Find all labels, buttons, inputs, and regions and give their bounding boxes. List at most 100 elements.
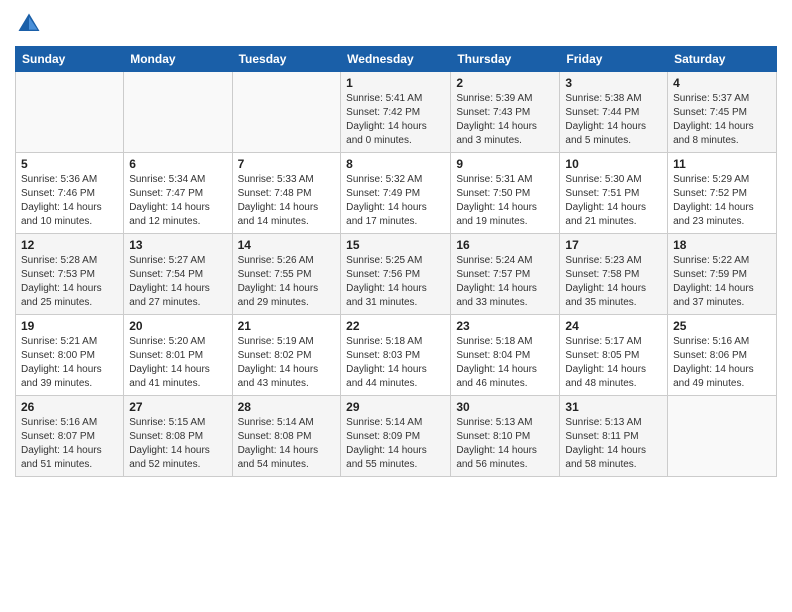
day-info: Sunrise: 5:25 AMSunset: 7:56 PMDaylight:… bbox=[346, 254, 445, 310]
calendar-cell: 28 Sunrise: 5:14 AMSunset: 8:08 PMDayligh… bbox=[232, 396, 341, 477]
day-number: 22 bbox=[346, 319, 445, 333]
calendar-week-1: 1 Sunrise: 5:41 AMSunset: 7:42 PMDaylight… bbox=[16, 72, 777, 153]
calendar-cell: 19Sunrise: 5:21 AMSunset: 8:00 PMDayligh… bbox=[16, 315, 124, 396]
calendar-week-5: 26Sunrise: 5:16 AMSunset: 8:07 PMDayligh… bbox=[16, 396, 777, 477]
day-info: Sunrise: 5:28 AMSunset: 7:53 PMDaylight:… bbox=[21, 254, 118, 310]
calendar-cell: 5 Sunrise: 5:36 AMSunset: 7:46 PMDaylight… bbox=[16, 153, 124, 234]
calendar-cell: 31 Sunrise: 5:13 AMSunset: 8:11 PMDayligh… bbox=[560, 396, 668, 477]
calendar-cell bbox=[16, 72, 124, 153]
day-number: 31 bbox=[565, 400, 662, 414]
day-info: Sunrise: 5:33 AMSunset: 7:48 PMDaylight:… bbox=[238, 173, 336, 229]
page: SundayMondayTuesdayWednesdayThursdayFrid… bbox=[0, 0, 792, 612]
weekday-header-wednesday: Wednesday bbox=[341, 47, 451, 72]
calendar-cell: 20 Sunrise: 5:20 AMSunset: 8:01 PMDayligh… bbox=[124, 315, 232, 396]
calendar-cell: 18Sunrise: 5:22 AMSunset: 7:59 PMDayligh… bbox=[668, 234, 777, 315]
weekday-header-friday: Friday bbox=[560, 47, 668, 72]
day-info: Sunrise: 5:34 AMSunset: 7:47 PMDaylight:… bbox=[129, 173, 226, 229]
day-number: 9 bbox=[456, 157, 554, 171]
day-info: Sunrise: 5:15 AMSunset: 8:08 PMDaylight:… bbox=[129, 416, 226, 472]
day-info: Sunrise: 5:32 AMSunset: 7:49 PMDaylight:… bbox=[346, 173, 445, 229]
day-number: 18 bbox=[673, 238, 771, 252]
day-info: Sunrise: 5:24 AMSunset: 7:57 PMDaylight:… bbox=[456, 254, 554, 310]
day-info: Sunrise: 5:41 AMSunset: 7:42 PMDaylight:… bbox=[346, 92, 445, 148]
calendar-cell bbox=[232, 72, 341, 153]
day-info: Sunrise: 5:36 AMSunset: 7:46 PMDaylight:… bbox=[21, 173, 118, 229]
calendar-cell: 7 Sunrise: 5:33 AMSunset: 7:48 PMDaylight… bbox=[232, 153, 341, 234]
calendar-week-4: 19Sunrise: 5:21 AMSunset: 8:00 PMDayligh… bbox=[16, 315, 777, 396]
calendar-cell: 11 Sunrise: 5:29 AMSunset: 7:52 PMDayligh… bbox=[668, 153, 777, 234]
day-number: 1 bbox=[346, 76, 445, 90]
calendar-cell bbox=[124, 72, 232, 153]
day-number: 3 bbox=[565, 76, 662, 90]
day-number: 26 bbox=[21, 400, 118, 414]
day-number: 28 bbox=[238, 400, 336, 414]
day-info: Sunrise: 5:13 AMSunset: 8:11 PMDaylight:… bbox=[565, 416, 662, 472]
day-info: Sunrise: 5:23 AMSunset: 7:58 PMDaylight:… bbox=[565, 254, 662, 310]
calendar-cell: 22 Sunrise: 5:18 AMSunset: 8:03 PMDayligh… bbox=[341, 315, 451, 396]
day-info: Sunrise: 5:29 AMSunset: 7:52 PMDaylight:… bbox=[673, 173, 771, 229]
day-number: 6 bbox=[129, 157, 226, 171]
day-number: 15 bbox=[346, 238, 445, 252]
day-number: 19 bbox=[21, 319, 118, 333]
calendar-week-2: 5 Sunrise: 5:36 AMSunset: 7:46 PMDaylight… bbox=[16, 153, 777, 234]
calendar-cell: 26Sunrise: 5:16 AMSunset: 8:07 PMDayligh… bbox=[16, 396, 124, 477]
calendar-cell: 13 Sunrise: 5:27 AMSunset: 7:54 PMDayligh… bbox=[124, 234, 232, 315]
calendar-cell: 15 Sunrise: 5:25 AMSunset: 7:56 PMDayligh… bbox=[341, 234, 451, 315]
day-info: Sunrise: 5:30 AMSunset: 7:51 PMDaylight:… bbox=[565, 173, 662, 229]
weekday-header-monday: Monday bbox=[124, 47, 232, 72]
calendar-cell: 10 Sunrise: 5:30 AMSunset: 7:51 PMDayligh… bbox=[560, 153, 668, 234]
calendar-cell: 29 Sunrise: 5:14 AMSunset: 8:09 PMDayligh… bbox=[341, 396, 451, 477]
day-number: 27 bbox=[129, 400, 226, 414]
day-number: 14 bbox=[238, 238, 336, 252]
calendar-cell: 24 Sunrise: 5:17 AMSunset: 8:05 PMDayligh… bbox=[560, 315, 668, 396]
weekday-header-sunday: Sunday bbox=[16, 47, 124, 72]
day-info: Sunrise: 5:31 AMSunset: 7:50 PMDaylight:… bbox=[456, 173, 554, 229]
weekday-header-thursday: Thursday bbox=[451, 47, 560, 72]
day-number: 12 bbox=[21, 238, 118, 252]
day-number: 5 bbox=[21, 157, 118, 171]
day-number: 23 bbox=[456, 319, 554, 333]
day-info: Sunrise: 5:20 AMSunset: 8:01 PMDaylight:… bbox=[129, 335, 226, 391]
calendar-cell: 21Sunrise: 5:19 AMSunset: 8:02 PMDayligh… bbox=[232, 315, 341, 396]
day-info: Sunrise: 5:14 AMSunset: 8:09 PMDaylight:… bbox=[346, 416, 445, 472]
calendar-cell: 27 Sunrise: 5:15 AMSunset: 8:08 PMDayligh… bbox=[124, 396, 232, 477]
logo bbox=[15, 10, 46, 38]
calendar-cell: 30 Sunrise: 5:13 AMSunset: 8:10 PMDayligh… bbox=[451, 396, 560, 477]
calendar-cell: 14Sunrise: 5:26 AMSunset: 7:55 PMDayligh… bbox=[232, 234, 341, 315]
day-number: 4 bbox=[673, 76, 771, 90]
calendar-cell bbox=[668, 396, 777, 477]
day-info: Sunrise: 5:17 AMSunset: 8:05 PMDaylight:… bbox=[565, 335, 662, 391]
day-number: 25 bbox=[673, 319, 771, 333]
day-number: 11 bbox=[673, 157, 771, 171]
day-number: 16 bbox=[456, 238, 554, 252]
day-number: 17 bbox=[565, 238, 662, 252]
page-header bbox=[15, 10, 777, 38]
day-info: Sunrise: 5:37 AMSunset: 7:45 PMDaylight:… bbox=[673, 92, 771, 148]
day-info: Sunrise: 5:39 AMSunset: 7:43 PMDaylight:… bbox=[456, 92, 554, 148]
day-number: 10 bbox=[565, 157, 662, 171]
calendar-cell: 1 Sunrise: 5:41 AMSunset: 7:42 PMDaylight… bbox=[341, 72, 451, 153]
day-info: Sunrise: 5:27 AMSunset: 7:54 PMDaylight:… bbox=[129, 254, 226, 310]
day-info: Sunrise: 5:16 AMSunset: 8:06 PMDaylight:… bbox=[673, 335, 771, 391]
calendar-cell: 3Sunrise: 5:38 AMSunset: 7:44 PMDaylight… bbox=[560, 72, 668, 153]
day-number: 13 bbox=[129, 238, 226, 252]
calendar-cell: 25 Sunrise: 5:16 AMSunset: 8:06 PMDayligh… bbox=[668, 315, 777, 396]
day-number: 21 bbox=[238, 319, 336, 333]
logo-icon bbox=[15, 10, 43, 38]
weekday-header-tuesday: Tuesday bbox=[232, 47, 341, 72]
calendar-cell: 9 Sunrise: 5:31 AMSunset: 7:50 PMDaylight… bbox=[451, 153, 560, 234]
day-number: 20 bbox=[129, 319, 226, 333]
weekday-header-row: SundayMondayTuesdayWednesdayThursdayFrid… bbox=[16, 47, 777, 72]
day-info: Sunrise: 5:13 AMSunset: 8:10 PMDaylight:… bbox=[456, 416, 554, 472]
day-number: 7 bbox=[238, 157, 336, 171]
day-info: Sunrise: 5:18 AMSunset: 8:03 PMDaylight:… bbox=[346, 335, 445, 391]
calendar-cell: 6 Sunrise: 5:34 AMSunset: 7:47 PMDaylight… bbox=[124, 153, 232, 234]
calendar-cell: 16 Sunrise: 5:24 AMSunset: 7:57 PMDayligh… bbox=[451, 234, 560, 315]
calendar-cell: 17 Sunrise: 5:23 AMSunset: 7:58 PMDayligh… bbox=[560, 234, 668, 315]
calendar-cell: 4 Sunrise: 5:37 AMSunset: 7:45 PMDaylight… bbox=[668, 72, 777, 153]
day-number: 24 bbox=[565, 319, 662, 333]
day-number: 29 bbox=[346, 400, 445, 414]
day-number: 30 bbox=[456, 400, 554, 414]
day-number: 2 bbox=[456, 76, 554, 90]
day-info: Sunrise: 5:14 AMSunset: 8:08 PMDaylight:… bbox=[238, 416, 336, 472]
